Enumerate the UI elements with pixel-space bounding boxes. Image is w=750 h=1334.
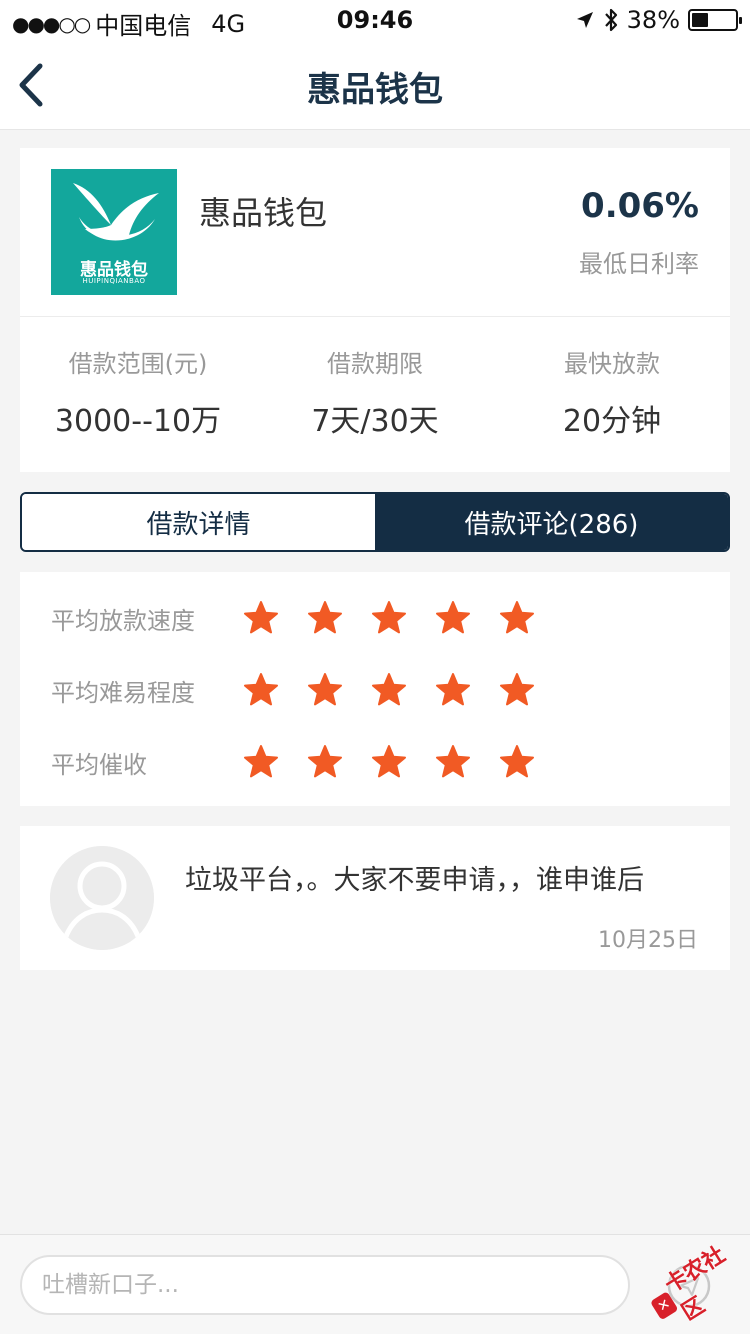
loan-range: 借款范围(元) 3000--10万	[20, 344, 256, 440]
star-icon	[436, 745, 470, 778]
star-icon	[372, 601, 406, 634]
star-icon	[244, 673, 278, 706]
info-label: 最快放款	[564, 350, 660, 378]
rating-row-difficulty: 平均难易程度	[51, 670, 535, 710]
star-rating	[243, 744, 535, 780]
star-rating	[243, 600, 535, 636]
star-icon	[500, 601, 534, 634]
rating-label: 平均催收	[51, 750, 147, 779]
comment-input[interactable]	[20, 1255, 630, 1315]
tab-loan-details[interactable]: 借款详情	[22, 494, 375, 550]
nav-bar: 惠品钱包	[0, 40, 750, 130]
star-icon	[308, 673, 342, 706]
product-card: 惠品钱包 HUIPINQIANBAO 惠品钱包 0.06% 最低日利率 借款范围…	[20, 148, 730, 472]
rate-value: 0.06%	[581, 186, 699, 226]
avatar	[50, 846, 154, 950]
star-icon	[500, 745, 534, 778]
info-value: 3000--10万	[54, 404, 222, 439]
bluetooth-icon	[604, 8, 617, 32]
star-icon	[244, 601, 278, 634]
rate-label: 最低日利率	[579, 250, 699, 278]
comment-item: 垃圾平台，。大家不要申请，，谁申谁后 10月25日	[20, 826, 730, 970]
star-icon	[308, 601, 342, 634]
star-icon	[372, 745, 406, 778]
location-arrow-icon	[576, 12, 593, 28]
product-logo: 惠品钱包 HUIPINQIANBAO	[51, 169, 177, 295]
star-icon	[436, 673, 470, 706]
battery-fill	[692, 13, 708, 27]
battery-icon	[688, 9, 742, 31]
battery-percent: 38%	[626, 6, 680, 34]
star-rating	[243, 672, 535, 708]
status-bar: ●●●○○ 中国电信 4G 09:46 38%	[0, 0, 750, 40]
info-value: 7天/30天	[311, 404, 439, 439]
info-label: 借款期限	[327, 350, 423, 378]
tab-bar: 借款详情 借款评论(286)	[20, 492, 730, 552]
comment-text: 垃圾平台，。大家不要申请，，谁申谁后	[185, 865, 644, 896]
user-placeholder-icon	[50, 846, 154, 950]
rating-row-collection: 平均催收	[51, 742, 535, 782]
fastest-payout: 最快放款 20分钟	[494, 344, 730, 440]
comment-date: 10月25日	[598, 928, 698, 953]
divider	[20, 316, 730, 317]
status-right: 38%	[575, 6, 742, 34]
product-name: 惠品钱包	[199, 194, 328, 232]
page-title: 惠品钱包	[307, 70, 443, 110]
logo-subtitle: HUIPINQIANBAO	[82, 277, 146, 285]
info-label: 借款范围(元)	[68, 350, 208, 378]
rating-row-speed: 平均放款速度	[51, 598, 535, 638]
logo-bird-icon	[73, 183, 159, 241]
ratings-card: 平均放款速度 平均难易程度 平均催收	[20, 572, 730, 806]
star-icon	[372, 673, 406, 706]
star-icon	[308, 745, 342, 778]
tab-loan-comments[interactable]: 借款评论(286)	[375, 494, 728, 550]
star-icon	[244, 745, 278, 778]
info-value: 20分钟	[562, 404, 662, 439]
rating-label: 平均难易程度	[51, 678, 195, 707]
star-icon	[436, 601, 470, 634]
loan-term: 借款期限 7天/30天	[257, 344, 493, 440]
star-icon	[500, 673, 534, 706]
comment-input-bar	[0, 1234, 750, 1334]
rating-label: 平均放款速度	[51, 606, 195, 635]
